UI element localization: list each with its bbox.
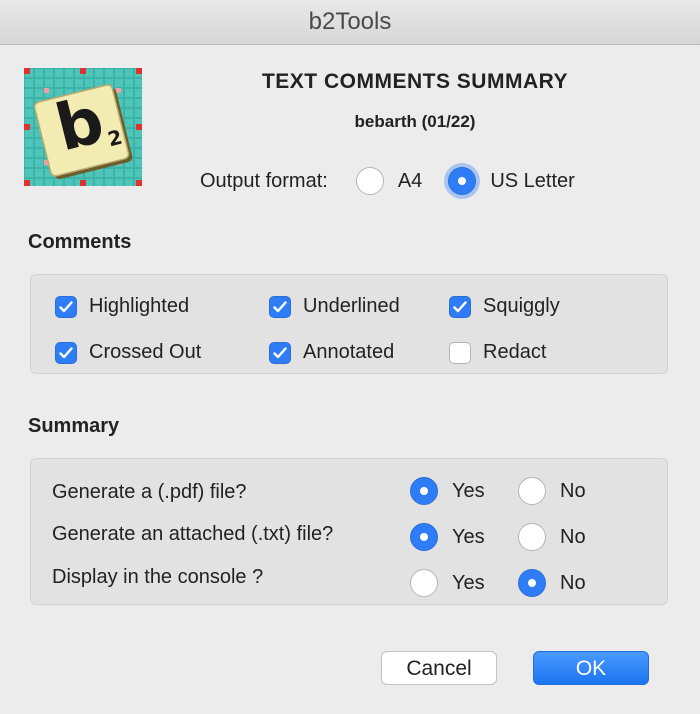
checkbox-label: Redact [483, 341, 547, 363]
pdf-no-radio[interactable] [518, 477, 546, 505]
console-yes-option[interactable]: Yes [410, 569, 485, 597]
checkbox-label: Annotated [303, 341, 395, 363]
checkbox-checked-icon[interactable] [269, 341, 291, 364]
checkbox-crossed-out[interactable]: Crossed Out [55, 341, 201, 364]
checkbox-squiggly[interactable]: Squiggly [449, 295, 560, 318]
output-format-a4-radio[interactable] [355, 167, 384, 195]
console-no-label[interactable]: No [560, 572, 586, 595]
checkbox-label: Highlighted [89, 295, 190, 317]
output-format-us-letter-label[interactable]: US Letter [490, 170, 574, 193]
checkbox-checked-icon[interactable] [269, 295, 291, 318]
console-no-option[interactable]: No [518, 569, 586, 597]
checkbox-label: Crossed Out [89, 341, 202, 363]
pdf-no-label[interactable]: No [560, 480, 586, 503]
checkbox-label: Underlined [303, 295, 400, 317]
dialog-subtitle: bebarth (01/22) [354, 112, 476, 131]
output-format-us-letter-radio[interactable] [448, 167, 477, 195]
checkbox-redact[interactable]: Redact [449, 341, 546, 364]
txt-no-radio[interactable] [518, 523, 546, 551]
summary-section-label: Summary [28, 415, 120, 437]
txt-yes-label[interactable]: Yes [452, 526, 485, 549]
comments-panel: Highlighted Underlined Squiggly Crossed … [30, 274, 668, 374]
cancel-button[interactable]: Cancel [381, 651, 497, 685]
console-no-radio[interactable] [518, 569, 546, 597]
txt-no-option[interactable]: No [518, 523, 586, 551]
checkbox-checked-icon[interactable] [55, 295, 77, 318]
b2tools-logo: b 2 [24, 68, 142, 186]
dialog-title: TEXT COMMENTS SUMMARY [261, 70, 569, 93]
checkbox-underlined[interactable]: Underlined [269, 295, 400, 318]
checkbox-checked-icon[interactable] [55, 341, 77, 364]
txt-yes-radio[interactable] [410, 523, 438, 551]
pdf-yes-label[interactable]: Yes [452, 480, 485, 503]
checkbox-unchecked-icon[interactable] [449, 341, 471, 364]
output-format-label: Output format: [200, 169, 328, 192]
console-yes-radio[interactable] [410, 569, 438, 597]
txt-no-label[interactable]: No [560, 526, 586, 549]
output-format-group: Output format: A4 US Letter [200, 166, 575, 196]
checkbox-annotated[interactable]: Annotated [269, 341, 394, 364]
ok-button[interactable]: OK [533, 651, 649, 685]
console-yes-label[interactable]: Yes [452, 572, 485, 595]
checkbox-label: Squiggly [483, 295, 560, 317]
txt-yes-option[interactable]: Yes [410, 523, 485, 551]
pdf-question: Generate a (.pdf) file? [52, 481, 247, 503]
txt-question: Generate an attached (.txt) file? [52, 523, 334, 545]
pdf-yes-radio[interactable] [410, 477, 438, 505]
comments-section-label: Comments [28, 231, 132, 253]
console-question: Display in the console ? [52, 566, 264, 588]
output-format-a4-label[interactable]: A4 [398, 170, 422, 193]
pdf-no-option[interactable]: No [518, 477, 586, 505]
window-title: b2Tools [0, 0, 700, 45]
checkbox-highlighted[interactable]: Highlighted [55, 295, 189, 318]
checkbox-checked-icon[interactable] [449, 295, 471, 318]
pdf-yes-option[interactable]: Yes [410, 477, 485, 505]
